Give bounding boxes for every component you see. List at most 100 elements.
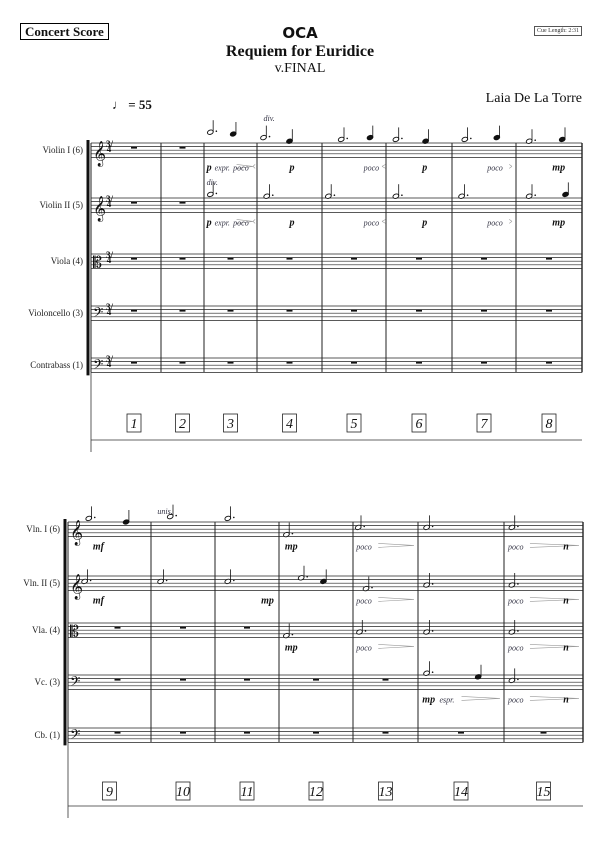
whole-rest: [179, 361, 186, 364]
bass-clef-icon: 𝄢: [93, 304, 103, 323]
technique-text: div.: [207, 178, 218, 187]
alto-clef-icon: 𝄡: [93, 252, 102, 271]
hairpin: [529, 543, 580, 548]
hairpin: [461, 696, 501, 701]
whole-rest: [286, 309, 293, 312]
dynamic-marking: n: [563, 642, 569, 653]
augmentation-dot: [291, 532, 294, 535]
whole-rest: [179, 146, 186, 149]
hairpin: [529, 696, 580, 701]
hairpin: [378, 644, 415, 649]
expression-text: poco: [355, 596, 372, 605]
augmentation-dot: [215, 192, 218, 195]
measure-number: 13: [379, 785, 393, 800]
instrument-label: Vla. (4): [32, 625, 60, 635]
time-signature: 3/4: [106, 354, 114, 370]
dynamic-marking: mp: [285, 541, 298, 552]
time-signature: 3/4: [106, 194, 114, 210]
dynamic-marking: mp: [552, 217, 565, 228]
measure-number: 8: [546, 417, 553, 432]
time-signature: 3/4: [106, 250, 114, 266]
dynamic-marking: p: [421, 217, 427, 228]
whole-rest: [180, 626, 186, 629]
whole-rest: [313, 731, 319, 734]
augmentation-dot: [466, 194, 469, 196]
technique-text: unis.: [157, 507, 172, 516]
treble-clef-icon: 𝄞: [70, 519, 83, 545]
hairpin: [529, 597, 580, 602]
whole-rest: [131, 257, 137, 260]
expression-text: poco: [363, 218, 380, 227]
augmentation-dot: [333, 194, 336, 196]
measure-number: 10: [176, 785, 190, 800]
augmentation-dot: [291, 633, 294, 636]
measure-number: 4: [286, 417, 293, 432]
instrument-label: Vln. I (6): [26, 524, 60, 534]
whole-rest: [416, 361, 422, 364]
whole-rest: [131, 201, 137, 204]
dynamic-marking: mp: [261, 595, 274, 606]
measure-number: 6: [416, 417, 423, 432]
augmentation-dot: [89, 579, 92, 582]
augmentation-dot: [431, 525, 434, 528]
whole-rest: [351, 361, 357, 364]
whole-rest: [286, 257, 293, 260]
bass-clef-icon: 𝄢: [70, 673, 80, 692]
time-signature: 3/4: [106, 139, 114, 155]
whole-rest: [114, 678, 121, 681]
treble-clef-icon: 𝄞: [93, 140, 106, 166]
whole-rest: [481, 257, 487, 260]
augmentation-dot: [215, 130, 218, 132]
whole-rest: [131, 361, 137, 364]
augmentation-dot: [517, 525, 519, 528]
measure-number: 11: [241, 785, 254, 800]
whole-rest: [131, 309, 137, 312]
augmentation-dot: [401, 194, 403, 196]
instrument-label: Vc. (3): [35, 677, 61, 687]
hairpin: [509, 164, 513, 169]
measure-number: 5: [351, 417, 358, 432]
instrument-label: Violin II (5): [40, 200, 83, 210]
dynamic-marking: n: [563, 694, 569, 705]
expression-text: poco: [507, 643, 524, 652]
hairpin: [509, 219, 513, 224]
hairpin: [252, 164, 256, 169]
augmentation-dot: [534, 139, 536, 141]
whole-rest: [382, 731, 389, 734]
dynamic-marking: mp: [422, 694, 435, 705]
expression-text: expr.: [215, 163, 230, 172]
augmentation-dot: [517, 630, 519, 632]
whole-rest: [180, 678, 186, 681]
augmentation-dot: [431, 671, 434, 673]
dynamic-marking: n: [563, 595, 569, 606]
augmentation-dot: [470, 137, 472, 140]
whole-rest: [286, 361, 293, 364]
whole-rest: [131, 146, 137, 149]
dynamic-marking: p: [289, 162, 295, 173]
whole-rest: [481, 309, 487, 312]
hairpin: [529, 644, 580, 649]
expression-text: poco: [232, 218, 249, 227]
whole-rest: [244, 731, 250, 734]
hairpin: [252, 219, 256, 224]
expression-text: poco: [355, 542, 372, 551]
augmentation-dot: [306, 576, 309, 578]
whole-rest: [227, 309, 234, 312]
augmentation-dot: [93, 516, 96, 519]
dynamic-marking: p: [289, 217, 295, 228]
whole-rest: [351, 309, 357, 312]
measure-number: 1: [131, 417, 138, 432]
bass-clef-icon: 𝄢: [93, 356, 103, 375]
augmentation-dot: [364, 630, 367, 632]
treble-clef-icon: 𝄞: [70, 573, 83, 599]
measure-number: 3: [226, 417, 234, 432]
expression-text: poco: [486, 163, 503, 172]
augmentation-dot: [371, 586, 373, 589]
instrument-label: Viola (4): [51, 256, 83, 266]
whole-rest: [244, 678, 250, 681]
instrument-label: Violin I (6): [43, 145, 83, 155]
measure-number: 12: [309, 785, 323, 800]
whole-rest: [351, 257, 357, 260]
hairpin: [381, 219, 386, 224]
whole-rest: [244, 626, 250, 629]
